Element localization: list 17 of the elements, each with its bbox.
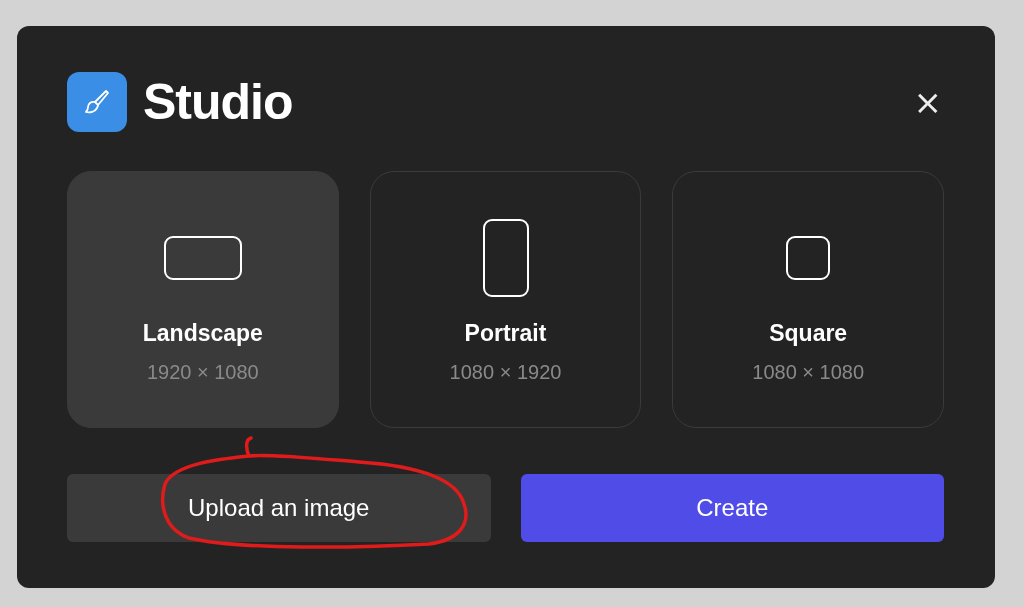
portrait-frame-icon	[482, 219, 529, 297]
format-label: Landscape	[142, 320, 263, 347]
square-frame-icon	[786, 236, 831, 280]
paintbrush-icon	[67, 72, 127, 132]
format-card[interactable]: Portrait 1080 × 1920	[369, 171, 642, 428]
format-dimensions: 1080 × 1080	[752, 361, 865, 384]
format-card[interactable]: Landscape 1920 × 1080	[67, 171, 339, 428]
format-dimensions: 1920 × 1080	[146, 361, 259, 384]
landscape-frame-icon	[163, 236, 242, 280]
dialog-title: Studio	[143, 73, 293, 131]
close-button[interactable]: ×	[909, 85, 946, 119]
format-card[interactable]: Square 1080 × 1080	[672, 171, 944, 428]
format-dimensions: 1080 × 1920	[449, 361, 562, 384]
format-label: Square	[769, 320, 848, 347]
format-label: Portrait	[464, 320, 547, 347]
create-button[interactable]: Create	[520, 474, 944, 542]
upload-button[interactable]: Upload an image	[67, 474, 491, 542]
